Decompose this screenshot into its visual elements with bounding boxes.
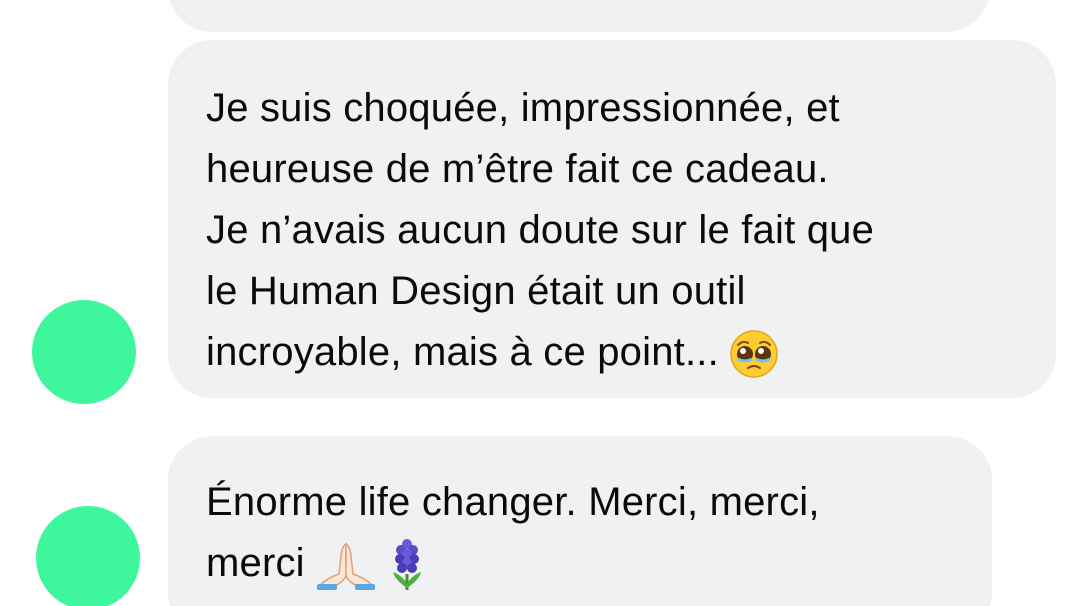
previous-message-bubble[interactable]	[168, 0, 990, 32]
message-bubble[interactable]: Je suis choquée, impressionnée, et heure…	[168, 40, 1056, 398]
avatar[interactable]	[36, 506, 140, 606]
message-line: Je n’avais aucun doute sur le fait que	[206, 208, 875, 252]
message-line: le Human Design était un outil	[206, 269, 746, 313]
message-line-last: merci	[206, 533, 962, 594]
message-line: heureuse de m’être fait ce cadeau.	[206, 147, 829, 191]
chat-thread: Je suis choquée, impressionnée, et heure…	[0, 0, 1077, 606]
hyacinth-icon	[387, 538, 427, 592]
message-line-last: incroyable, mais à ce point...	[206, 322, 1026, 383]
folded-hands-icon	[315, 540, 377, 591]
avatar[interactable]	[32, 300, 136, 404]
pleading-face-icon	[729, 329, 779, 379]
message-line: Je suis choquée, impressionnée, et	[206, 86, 840, 130]
message-line-text: merci	[206, 541, 305, 585]
message-line-text: incroyable, mais à ce point...	[206, 330, 719, 374]
message-line: Énorme life changer. Merci, merci,	[206, 480, 820, 524]
message-bubble[interactable]: Énorme life changer. Merci, merci, merci	[168, 436, 992, 606]
